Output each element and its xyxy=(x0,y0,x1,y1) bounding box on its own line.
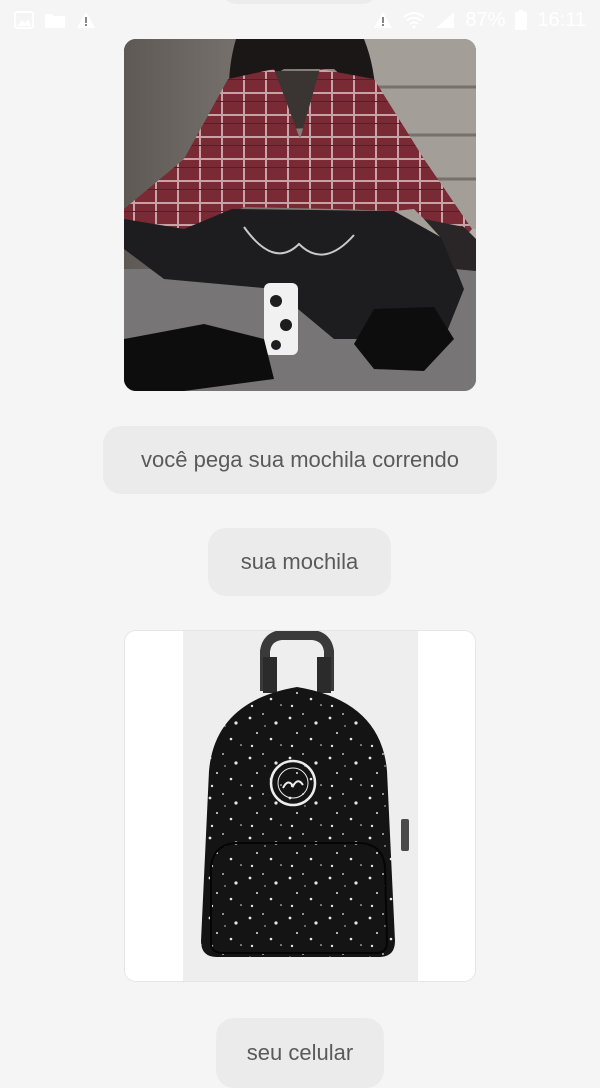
warning-icon xyxy=(76,11,96,29)
backpack-photo-card[interactable] xyxy=(124,630,476,982)
backpack-photo-icon xyxy=(125,631,475,981)
gallery-icon xyxy=(14,11,34,29)
outfit-photo-icon xyxy=(124,39,476,391)
battery-icon xyxy=(515,10,528,30)
wifi-icon xyxy=(403,11,426,29)
message-bubble[interactable]: seu celular xyxy=(216,1018,384,1088)
clock: 16:11 xyxy=(537,8,586,31)
folder-icon xyxy=(44,11,66,29)
message-bubble[interactable]: sua mochila xyxy=(208,528,391,596)
status-left-icons xyxy=(14,11,96,29)
message-bubble[interactable]: você pega sua mochila correndo xyxy=(103,426,497,494)
status-right-icons: 87% 16:11 xyxy=(373,9,586,32)
status-bar: 87% 16:11 xyxy=(0,0,600,40)
battery-percent: 87% xyxy=(465,8,506,31)
warning-icon xyxy=(373,11,393,29)
signal-icon xyxy=(435,11,455,29)
outfit-photo-card[interactable] xyxy=(124,39,476,391)
